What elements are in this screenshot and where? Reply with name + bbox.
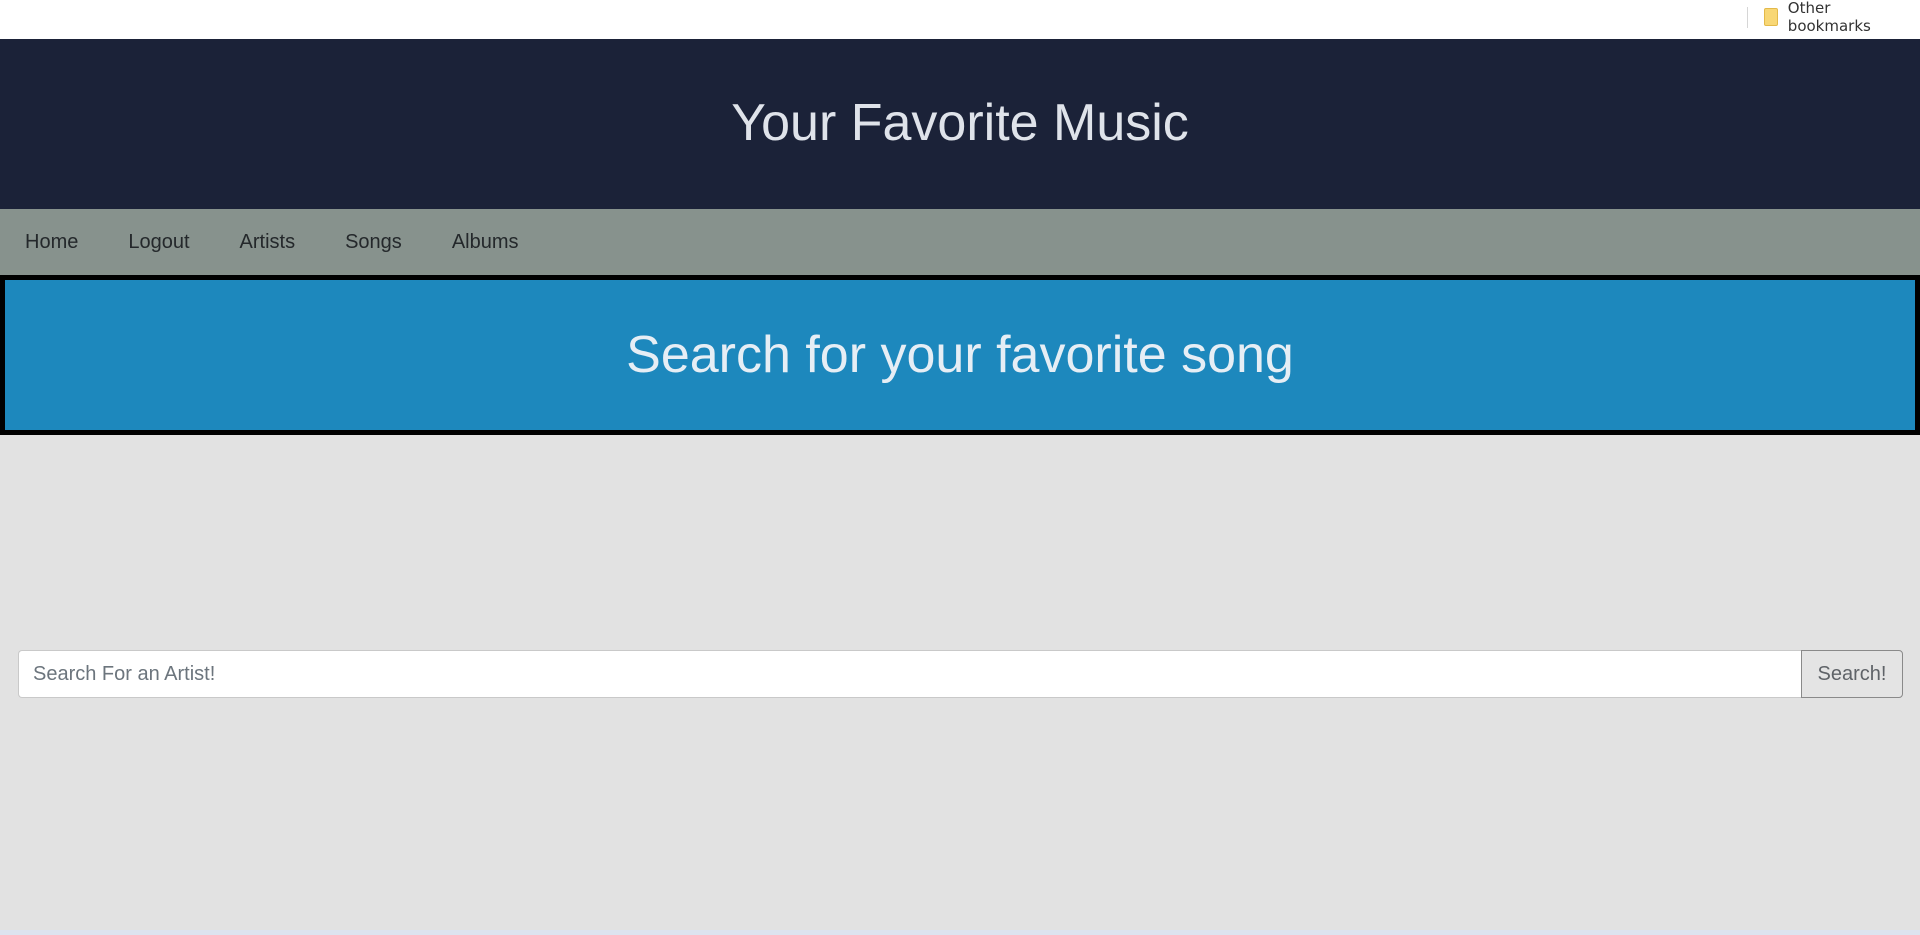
folder-icon (1764, 8, 1778, 26)
search-button[interactable]: Search! (1801, 650, 1903, 698)
bottom-strip (0, 930, 1920, 935)
nav-link-songs[interactable]: Songs (345, 231, 402, 254)
nav-link-albums[interactable]: Albums (452, 231, 519, 254)
nav-link-artists[interactable]: Artists (240, 231, 296, 254)
site-title: Your Favorite Music (731, 93, 1189, 152)
nav-link-logout[interactable]: Logout (128, 231, 189, 254)
artist-search-input[interactable] (18, 650, 1801, 698)
search-group: Search! (18, 650, 1903, 698)
bookmarks-bar: Other bookmarks (0, 0, 1920, 39)
bookmarks-divider (1747, 7, 1748, 28)
site-header: Your Favorite Music (0, 39, 1920, 209)
main-nav: Home Logout Artists Songs Albums (0, 209, 1920, 275)
other-bookmarks-button[interactable]: Other bookmarks (1760, 0, 1920, 35)
other-bookmarks-label: Other bookmarks (1787, 0, 1871, 35)
nav-link-home[interactable]: Home (25, 231, 78, 254)
search-banner: Search for your favorite song (0, 275, 1920, 435)
banner-heading: Search for your favorite song (626, 326, 1294, 384)
